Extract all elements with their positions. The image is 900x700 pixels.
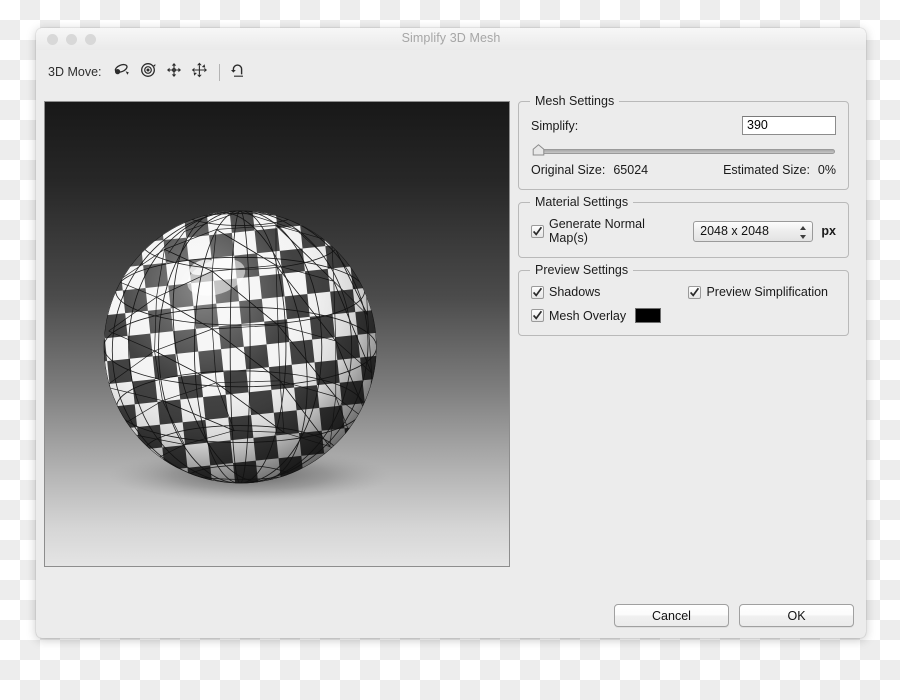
- simplify-input[interactable]: 390: [742, 116, 836, 135]
- material-settings-title: Material Settings: [530, 195, 634, 209]
- original-size-value: 65024: [613, 163, 649, 177]
- preview-settings-row-2: Mesh Overlay: [531, 308, 836, 323]
- generate-normal-maps-checkbox[interactable]: [531, 224, 544, 238]
- 3d-mesh-preview[interactable]: [44, 101, 510, 567]
- generate-normal-maps-label: Generate Normal Map(s): [549, 217, 645, 245]
- size-info-row: Original Size: 65024 Estimated Size: 0%: [531, 163, 836, 177]
- preview-simplification-label: Preview Simplification: [706, 285, 829, 299]
- orbit-3d-tool-button[interactable]: [111, 62, 133, 82]
- slide-3d-tool-button[interactable]: [189, 62, 211, 82]
- estimated-size-label: Estimated Size:: [723, 163, 810, 177]
- pan-3d-icon: [166, 62, 182, 83]
- mesh-settings-group: Mesh Settings Simplify: 390 Original Siz…: [518, 94, 849, 190]
- preview-settings-title: Preview Settings: [530, 263, 634, 277]
- normal-map-size-select[interactable]: 2048 x 2048: [693, 220, 814, 243]
- normal-map-size-value: 2048 x 2048: [700, 224, 769, 238]
- mesh-overlay-color-swatch[interactable]: [635, 308, 662, 323]
- window-titlebar[interactable]: Simplify 3D Mesh: [36, 28, 866, 51]
- mesh-overlay-checkbox[interactable]: [531, 309, 544, 322]
- roll-3d-icon: [140, 62, 156, 83]
- pan-3d-tool-button[interactable]: [163, 62, 185, 82]
- shadows-label: Shadows: [549, 285, 601, 299]
- orbit-3d-icon: [113, 62, 130, 82]
- preview-simplification-checkbox[interactable]: [688, 285, 702, 299]
- preview-settings-group: Preview Settings Shadows Preview Simplif…: [518, 263, 849, 336]
- simplify-label: Simplify:: [531, 118, 579, 133]
- mesh-overlay-label: Mesh Overlay: [549, 308, 627, 323]
- mesh-settings-title: Mesh Settings: [530, 94, 620, 108]
- normal-map-unit-label: px: [821, 224, 836, 238]
- simplify-slider-thumb[interactable]: [532, 144, 545, 158]
- simplify-slider-track[interactable]: [538, 149, 835, 154]
- roll-3d-tool-button[interactable]: [137, 62, 159, 82]
- reset-coordinates-button[interactable]: [227, 62, 249, 82]
- ok-button[interactable]: OK: [739, 604, 854, 627]
- slide-3d-icon: [191, 62, 208, 83]
- simplify-row: Simplify: 390: [531, 116, 836, 135]
- generate-normal-maps-row: Generate Normal Map(s) 2048 x 2048 px: [531, 217, 836, 245]
- settings-column: Mesh Settings Simplify: 390 Original Siz…: [518, 94, 849, 348]
- original-size-label: Original Size:: [531, 163, 606, 177]
- move-toolbar: 3D Move:: [36, 50, 866, 94]
- dialog-buttons: Cancel OK: [614, 604, 854, 627]
- simplify-3d-mesh-window: Simplify 3D Mesh 3D Move: Mesh Settings …: [36, 28, 866, 638]
- material-settings-group: Material Settings Generate Normal Map(s)…: [518, 195, 849, 258]
- stepper-arrows-icon: [799, 225, 807, 243]
- reset-coordinates-icon: [229, 62, 246, 83]
- window-title: Simplify 3D Mesh: [401, 31, 501, 45]
- preview-settings-row-1: Shadows Preview Simplification: [531, 285, 836, 299]
- toolbar-separator: [218, 63, 220, 81]
- shadows-checkbox[interactable]: [531, 285, 544, 299]
- estimated-size-value: 0%: [817, 163, 836, 177]
- cancel-button[interactable]: Cancel: [614, 604, 729, 627]
- simplify-slider[interactable]: [531, 142, 836, 158]
- move-toolbar-label: 3D Move:: [48, 65, 102, 79]
